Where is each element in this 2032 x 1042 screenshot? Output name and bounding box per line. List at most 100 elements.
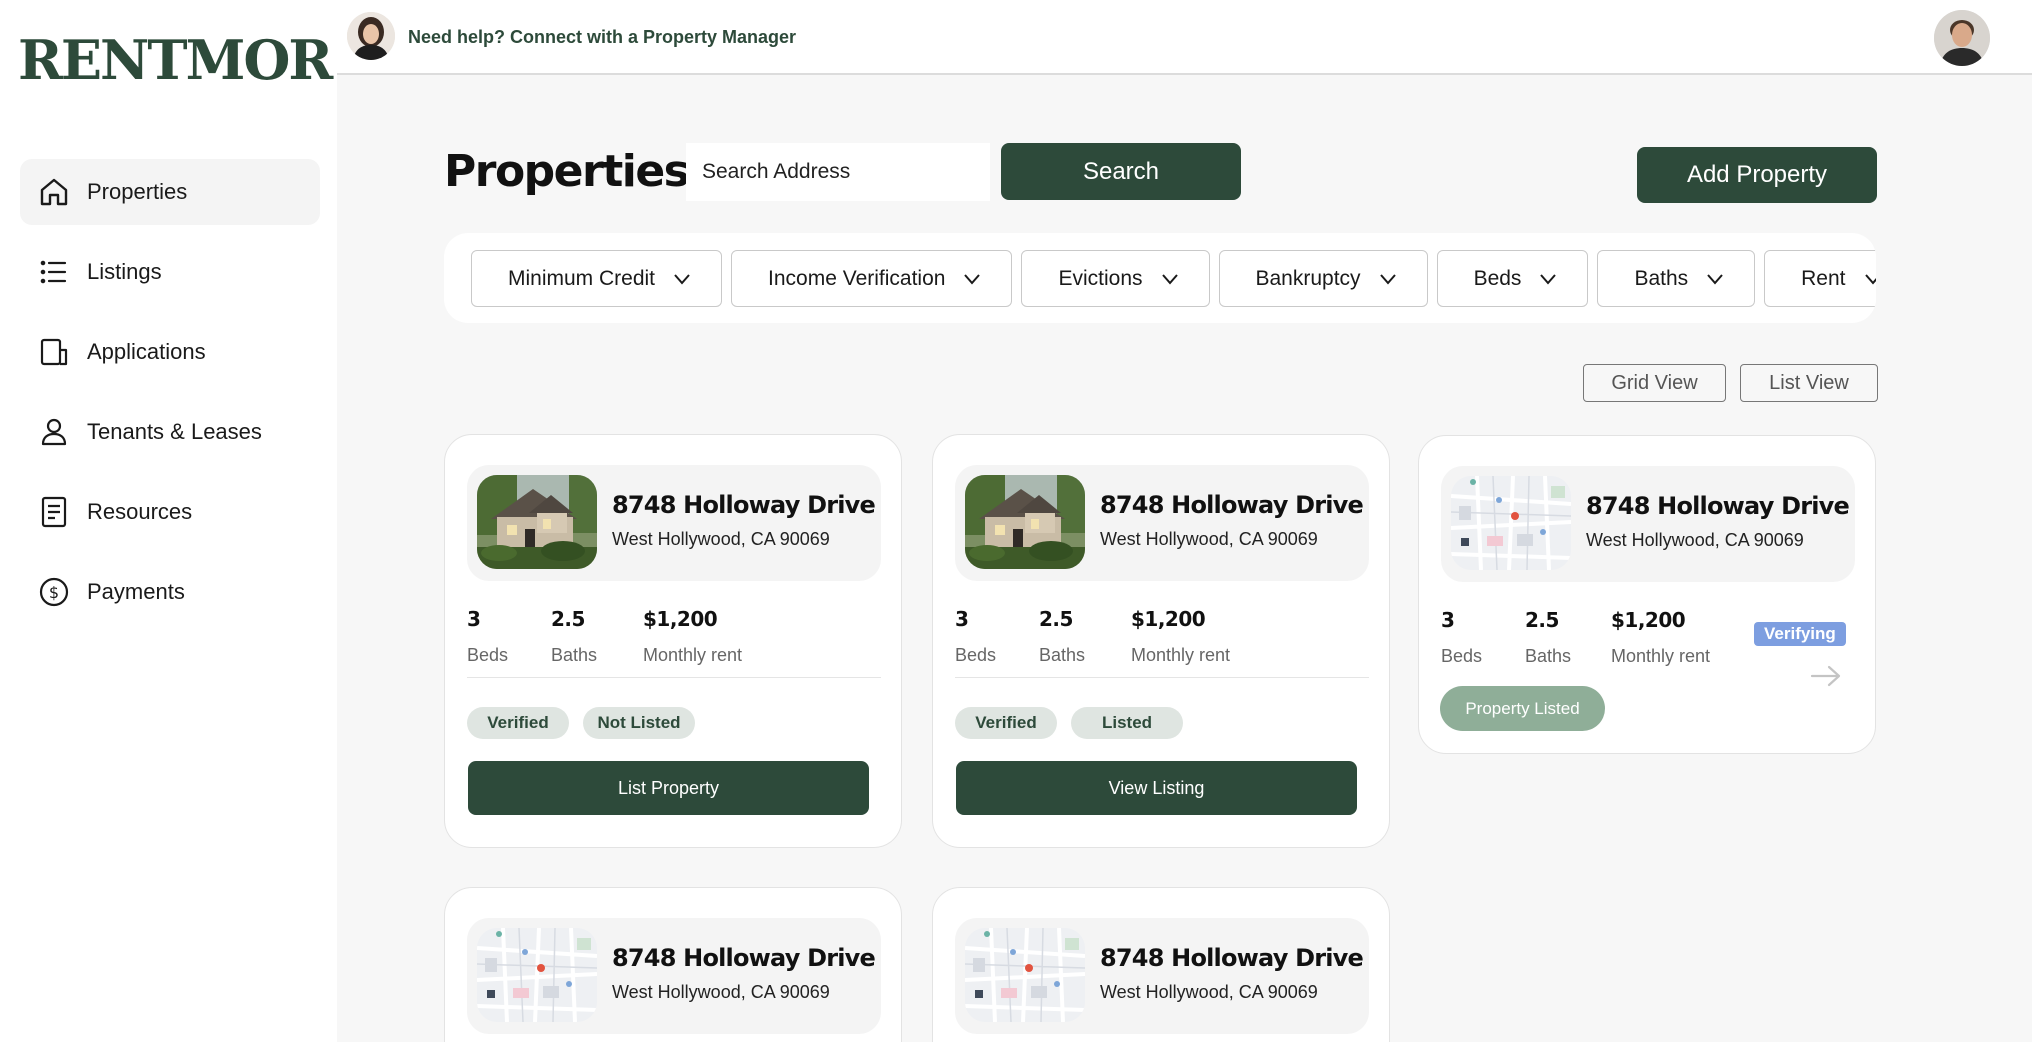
- beds-stat: 3 Beds: [1441, 608, 1482, 667]
- user-icon: [36, 414, 72, 450]
- chevron-down-icon: [1540, 273, 1557, 285]
- property-city: West Hollywood, CA 90069: [1100, 982, 1318, 1002]
- chevron-down-icon: [1379, 273, 1396, 285]
- rent-value: $1,200: [1131, 607, 1206, 631]
- sidebar-item-properties[interactable]: Properties: [20, 159, 320, 225]
- rent-stat: $1,200 Monthly rent: [643, 607, 742, 666]
- property-card-header: 8748 Holloway Drive West Hollywood, CA 9…: [1441, 466, 1855, 582]
- property-card[interactable]: 8748 Holloway Drive West Hollywood, CA 9…: [932, 887, 1390, 1042]
- verifying-status-badge: Verifying: [1754, 622, 1846, 646]
- view-listing-button[interactable]: View Listing: [956, 761, 1357, 815]
- sidebar-item-tenants-leases[interactable]: Tenants & Leases: [20, 399, 320, 465]
- baths-label: Baths: [1525, 646, 1572, 666]
- property-card-header: 8748 Holloway Drive West Hollywood, CA 9…: [955, 465, 1369, 581]
- list-property-button[interactable]: List Property: [468, 761, 869, 815]
- filter-income-verification[interactable]: Income Verification: [731, 250, 1013, 307]
- sidebar-item-label: Listings: [87, 259, 162, 284]
- filter-baths[interactable]: Baths: [1597, 250, 1756, 307]
- sidebar-item-label: Properties: [87, 179, 188, 204]
- chevron-down-icon: [964, 273, 981, 285]
- add-property-button[interactable]: Add Property: [1637, 147, 1877, 203]
- search-button[interactable]: Search: [1001, 143, 1241, 200]
- property-city: West Hollywood, CA 90069: [1100, 529, 1318, 549]
- top-header: Need help? Connect with a Property Manag…: [337, 0, 2032, 75]
- svg-text:$: $: [49, 583, 59, 602]
- filter-rent[interactable]: Rent: [1764, 250, 1876, 307]
- beds-value: 3: [955, 607, 969, 631]
- baths-value: 2.5: [1525, 608, 1559, 632]
- property-photo: [965, 475, 1085, 569]
- property-map-thumbnail: [477, 928, 597, 1022]
- property-card-header: 8748 Holloway Drive West Hollywood, CA 9…: [467, 465, 881, 581]
- listing-status-badge: Listed: [1071, 707, 1183, 739]
- beds-label: Beds: [955, 645, 997, 665]
- baths-label: Baths: [1039, 645, 1086, 665]
- beds-label: Beds: [467, 645, 509, 665]
- filter-label: Beds: [1473, 266, 1522, 290]
- property-card[interactable]: 8748 Holloway Drive West Hollywood, CA 9…: [932, 434, 1390, 848]
- property-address: 8748 Holloway Drive: [612, 491, 876, 519]
- property-city: West Hollywood, CA 90069: [1586, 530, 1804, 550]
- filter-bankruptcy[interactable]: Bankruptcy: [1218, 250, 1428, 307]
- verified-badge: Verified: [467, 707, 569, 739]
- filter-label: Evictions: [1058, 266, 1143, 290]
- beds-stat: 3 Beds: [467, 607, 508, 666]
- property-manager-avatar[interactable]: [347, 12, 395, 60]
- sidebar-item-resources[interactable]: Resources: [20, 479, 320, 545]
- home-icon: [36, 174, 72, 210]
- chevron-down-icon: [674, 273, 690, 285]
- property-card-header: 8748 Holloway Drive West Hollywood, CA 9…: [467, 918, 881, 1034]
- property-city: West Hollywood, CA 90069: [612, 982, 830, 1002]
- baths-label: Baths: [551, 645, 598, 665]
- property-map-thumbnail: [965, 928, 1085, 1022]
- document-icon: [36, 494, 72, 530]
- property-card[interactable]: 8748 Holloway Drive West Hollywood, CA 9…: [444, 434, 902, 848]
- sidebar-item-label: Resources: [87, 499, 193, 524]
- beds-value: 3: [467, 607, 481, 631]
- sidebar-item-payments[interactable]: $ Payments: [20, 559, 320, 625]
- rent-label: Monthly rent: [1611, 646, 1711, 666]
- rent-label: Monthly rent: [643, 645, 743, 665]
- filter-label: Minimum Credit: [508, 266, 656, 290]
- list-view-button[interactable]: List View: [1740, 364, 1878, 402]
- help-connect-link[interactable]: Need help? Connect with a Property Manag…: [408, 27, 796, 48]
- sidebar-item-label: Tenants & Leases: [87, 419, 262, 444]
- dollar-icon: $: [36, 574, 72, 610]
- chevron-down-icon: [1864, 273, 1876, 285]
- user-avatar[interactable]: [1934, 10, 1990, 66]
- property-listed-button[interactable]: Property Listed: [1440, 686, 1605, 731]
- baths-stat: 2.5 Baths: [1039, 607, 1085, 666]
- divider: [467, 677, 881, 678]
- rent-label: Monthly rent: [1131, 645, 1231, 665]
- verified-badge: Verified: [955, 707, 1057, 739]
- brand-logo[interactable]: RENTMOR: [18, 28, 333, 92]
- sidebar-item-label: Applications: [87, 339, 206, 364]
- property-photo: [477, 475, 597, 569]
- baths-stat: 2.5 Baths: [1525, 608, 1571, 667]
- beds-value: 3: [1441, 608, 1455, 632]
- applications-icon: [36, 334, 72, 370]
- property-card[interactable]: 8748 Holloway Drive West Hollywood, CA 9…: [444, 887, 902, 1042]
- search-address-input[interactable]: [686, 143, 990, 201]
- property-city: West Hollywood, CA 90069: [612, 529, 830, 549]
- divider: [955, 677, 1369, 678]
- sidebar-item-applications[interactable]: Applications: [20, 319, 320, 385]
- filter-label: Income Verification: [768, 266, 946, 290]
- property-address: 8748 Holloway Drive: [1586, 492, 1850, 520]
- filter-beds[interactable]: Beds: [1436, 250, 1589, 307]
- list-icon: [36, 254, 72, 290]
- baths-stat: 2.5 Baths: [551, 607, 597, 666]
- property-address: 8748 Holloway Drive: [1100, 491, 1364, 519]
- filter-label: Baths: [1634, 266, 1689, 290]
- filter-evictions[interactable]: Evictions: [1021, 250, 1210, 307]
- property-card[interactable]: 8748 Holloway Drive West Hollywood, CA 9…: [1418, 435, 1876, 754]
- arrow-right-icon[interactable]: [1810, 664, 1842, 688]
- grid-view-button[interactable]: Grid View: [1583, 364, 1726, 402]
- filter-minimum-credit[interactable]: Minimum Credit: [471, 250, 723, 307]
- sidebar-item-listings[interactable]: Listings: [20, 239, 320, 305]
- beds-stat: 3 Beds: [955, 607, 996, 666]
- filter-label: Rent: [1801, 266, 1846, 290]
- sidebar-nav: Properties Listings Applications Tenants…: [20, 159, 320, 639]
- chevron-down-icon: [1161, 273, 1178, 285]
- baths-value: 2.5: [1039, 607, 1073, 631]
